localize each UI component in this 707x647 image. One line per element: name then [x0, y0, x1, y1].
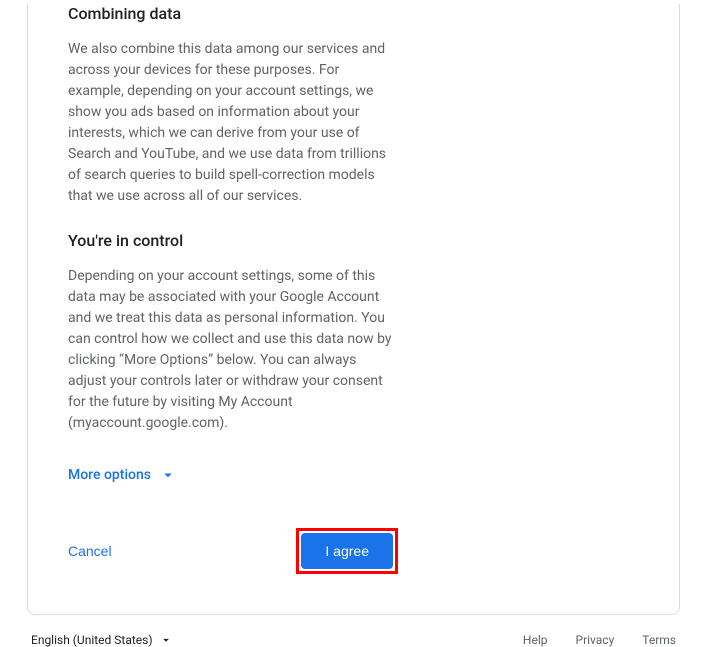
youre-in-control-heading: You're in control — [68, 231, 398, 250]
more-options-label: More options — [68, 467, 151, 483]
footer: English (United States) Help Privacy Ter… — [27, 633, 680, 647]
caret-down-icon — [159, 633, 173, 647]
youre-in-control-body: Depending on your account settings, some… — [68, 266, 398, 434]
actions-row: Cancel I agree — [68, 528, 398, 574]
privacy-link[interactable]: Privacy — [576, 633, 615, 647]
content-column: Combining data We also combine this data… — [68, 4, 398, 574]
terms-link[interactable]: Terms — [642, 633, 676, 647]
combining-data-heading: Combining data — [68, 4, 398, 23]
agree-button[interactable]: I agree — [301, 533, 393, 569]
language-selector[interactable]: English (United States) — [31, 633, 173, 647]
footer-links: Help Privacy Terms — [523, 633, 676, 647]
cancel-button[interactable]: Cancel — [68, 543, 112, 559]
signup-consent-card: Combining data We also combine this data… — [27, 4, 680, 615]
more-options-toggle[interactable]: More options — [68, 466, 177, 484]
agree-highlight-box: I agree — [296, 528, 398, 574]
chevron-down-icon — [159, 466, 177, 484]
combining-data-body: We also combine this data among our serv… — [68, 39, 398, 207]
help-link[interactable]: Help — [523, 633, 548, 647]
language-label: English (United States) — [31, 633, 153, 647]
